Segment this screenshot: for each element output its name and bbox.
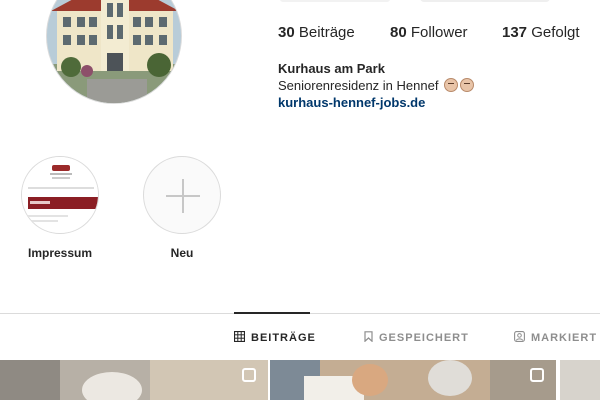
profile-name: Kurhaus am Park: [278, 61, 385, 76]
tab-saved-label: GESPEICHERT: [379, 332, 469, 344]
bio-website-link[interactable]: kurhaus-hennef-jobs.de: [278, 94, 474, 111]
edit-profile-button-cutoff[interactable]: [420, 0, 550, 2]
bookmark-icon: [364, 331, 373, 345]
new-highlight-circle: [143, 156, 221, 234]
tab-posts[interactable]: BEITRÄGE: [233, 330, 316, 345]
posts-count: 30 Beiträge: [278, 24, 355, 41]
building-photo: [47, 0, 181, 103]
tab-tagged[interactable]: MARKIERT: [514, 331, 597, 345]
profile-bio: Kurhaus am Park Seniorenresidenz in Henn…: [278, 60, 475, 111]
tag-person-icon: [514, 331, 525, 345]
highlight-impressum[interactable]: Impressum: [20, 156, 100, 260]
profile-avatar[interactable]: [46, 0, 182, 104]
impressum-cover-icon: [22, 157, 98, 233]
senior-man-emoji-icon: [460, 78, 475, 92]
tab-saved[interactable]: GESPEICHERT: [364, 331, 469, 345]
post-tile[interactable]: [270, 360, 556, 400]
active-tab-indicator: [234, 312, 310, 314]
post-tile[interactable]: [560, 360, 600, 400]
post-photo: [0, 360, 268, 400]
profile-stats: 30 Beiträge 80 Follower 137 Gefolgt: [278, 24, 600, 46]
post-photo: [270, 360, 556, 400]
multiple-photos-icon: [242, 368, 256, 382]
bio-description: Seniorenresidenz in Hennef: [278, 78, 439, 93]
bio-description-line: Seniorenresidenz in Hennef: [278, 77, 475, 94]
grid-icon: [233, 330, 246, 345]
highlight-new-label: Neu: [170, 246, 194, 260]
username-heading-cutoff: [280, 0, 390, 2]
following-link[interactable]: 137 Gefolgt: [502, 24, 580, 41]
followers-link[interactable]: 80 Follower: [390, 24, 468, 41]
senior-woman-emoji-icon: [444, 78, 459, 92]
highlight-impressum-cover: [21, 156, 99, 234]
multiple-photos-icon: [530, 368, 544, 382]
highlight-impressum-label: Impressum: [27, 246, 93, 260]
tab-tagged-label: MARKIERT: [531, 332, 598, 344]
highlight-new[interactable]: Neu: [142, 156, 222, 260]
tab-posts-label: BEITRÄGE: [251, 332, 316, 344]
post-tile[interactable]: [0, 360, 268, 400]
